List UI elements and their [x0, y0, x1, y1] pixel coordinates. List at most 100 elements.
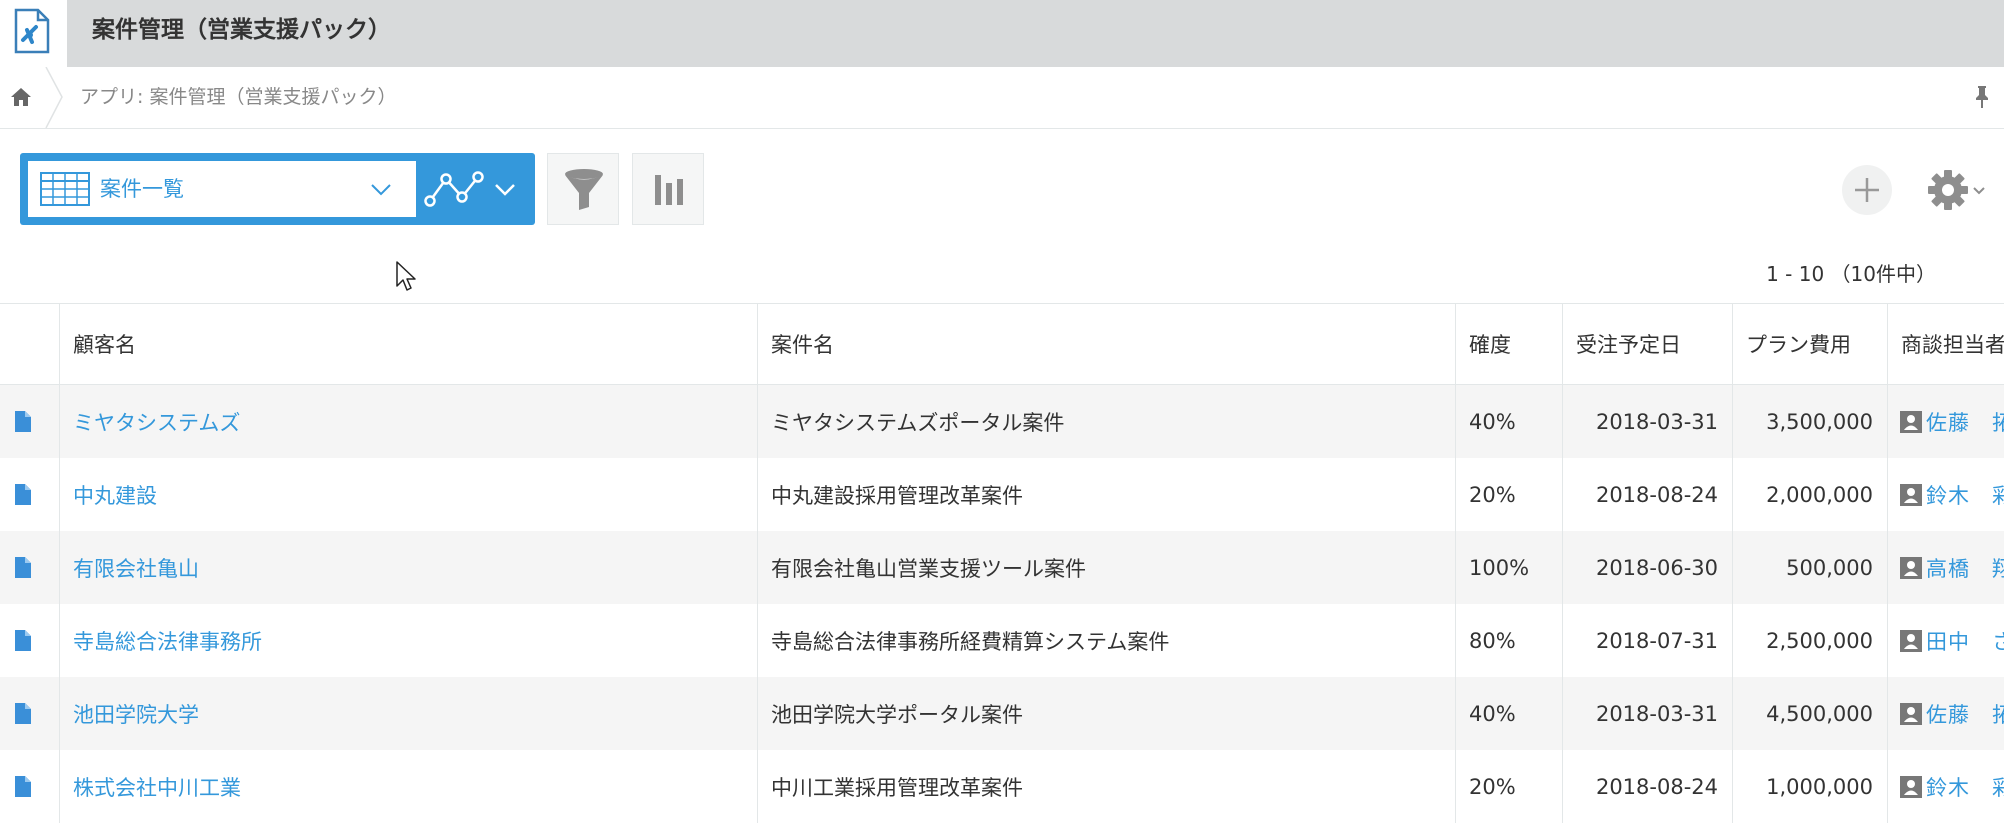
- pagination-info: 1 - 10 （10件中）: [1766, 262, 1936, 286]
- probability: 20%: [1456, 750, 1563, 823]
- settings-button[interactable]: [1926, 164, 1988, 216]
- project-name: 有限会社亀山営業支援ツール案件: [758, 531, 1456, 604]
- header-customer[interactable]: 顧客名: [60, 304, 758, 385]
- document-icon: [15, 630, 31, 651]
- table-header-row: 顧客名 案件名 確度 受注予定日 プラン費用 商談担当者: [0, 304, 2004, 385]
- expected-date: 2018-08-24: [1563, 458, 1733, 531]
- view-name: 案件一覧: [100, 175, 184, 203]
- customer-name[interactable]: 中丸建設: [60, 458, 758, 531]
- probability: 100%: [1456, 531, 1563, 604]
- expected-date: 2018-03-31: [1563, 677, 1733, 750]
- expected-date: 2018-08-24: [1563, 750, 1733, 823]
- expected-date: 2018-07-31: [1563, 604, 1733, 677]
- customer-name[interactable]: 有限会社亀山: [60, 531, 758, 604]
- header-owner[interactable]: 商談担当者: [1888, 304, 2004, 385]
- plus-icon: [1842, 165, 1892, 215]
- user-icon: [1900, 484, 1922, 506]
- user-icon: [1900, 776, 1922, 798]
- project-name: 寺島総合法律事務所経費精算システム案件: [758, 604, 1456, 677]
- chevron-down-icon[interactable]: [494, 179, 516, 199]
- record-detail-link[interactable]: [0, 677, 60, 750]
- owner[interactable]: 鈴木 彩: [1888, 750, 2004, 823]
- pin-icon[interactable]: [1974, 85, 1990, 109]
- app-document-icon[interactable]: [0, 0, 67, 67]
- document-icon: [15, 557, 31, 578]
- records-table: 顧客名 案件名 確度 受注予定日 プラン費用 商談担当者 ミヤタシステムズ ミヤ…: [0, 303, 2004, 823]
- project-name: 池田学院大学ポータル案件: [758, 677, 1456, 750]
- table-row[interactable]: 有限会社亀山 有限会社亀山営業支援ツール案件 100% 2018-06-30 5…: [0, 531, 2004, 604]
- owner-name[interactable]: 鈴木 彩: [1926, 776, 2004, 800]
- customer-name[interactable]: 株式会社中川工業: [60, 750, 758, 823]
- breadcrumb: アプリ: 案件管理（営業支援パック）: [0, 67, 2004, 129]
- chevron-down-icon: [370, 179, 392, 199]
- user-icon: [1900, 411, 1922, 433]
- document-icon: [15, 411, 31, 432]
- bar-chart-icon: [633, 154, 705, 226]
- project-name: 中丸建設採用管理改革案件: [758, 458, 1456, 531]
- view-select-dropdown[interactable]: 案件一覧: [28, 161, 416, 217]
- customer-name[interactable]: 寺島総合法律事務所: [60, 604, 758, 677]
- table-row[interactable]: 寺島総合法律事務所 寺島総合法律事務所経費精算システム案件 80% 2018-0…: [0, 604, 2004, 677]
- project-name: 中川工業採用管理改革案件: [758, 750, 1456, 823]
- record-detail-link[interactable]: [0, 750, 60, 823]
- plan-cost: 2,500,000: [1733, 604, 1888, 677]
- expected-date: 2018-06-30: [1563, 531, 1733, 604]
- table-view-icon: [40, 172, 90, 206]
- record-detail-link[interactable]: [0, 604, 60, 677]
- document-icon: [15, 703, 31, 724]
- view-toolbar: 案件一覧: [0, 128, 2004, 303]
- app-header: 案件管理（営業支援パック）: [0, 0, 2004, 67]
- user-icon: [1900, 630, 1922, 652]
- owner[interactable]: 佐藤 拓哉: [1888, 677, 2004, 750]
- probability: 40%: [1456, 385, 1563, 459]
- probability: 40%: [1456, 677, 1563, 750]
- header-project[interactable]: 案件名: [758, 304, 1456, 385]
- owner[interactable]: 田中 さくら: [1888, 604, 2004, 677]
- home-icon[interactable]: [10, 87, 32, 107]
- plan-cost: 1,000,000: [1733, 750, 1888, 823]
- user-icon: [1900, 557, 1922, 579]
- owner-name[interactable]: 鈴木 彩: [1926, 484, 2004, 508]
- mouse-cursor-icon: [396, 261, 418, 293]
- header-date[interactable]: 受注予定日: [1563, 304, 1733, 385]
- customer-name[interactable]: ミヤタシステムズ: [60, 385, 758, 459]
- record-detail-link[interactable]: [0, 458, 60, 531]
- funnel-icon: [548, 154, 620, 226]
- owner-name[interactable]: 田中 さくら: [1926, 630, 2004, 654]
- plan-cost: 2,000,000: [1733, 458, 1888, 531]
- plan-cost: 3,500,000: [1733, 385, 1888, 459]
- breadcrumb-app-link[interactable]: アプリ: 案件管理（営業支援パック）: [80, 83, 396, 111]
- customer-name[interactable]: 池田学院大学: [60, 677, 758, 750]
- owner-name[interactable]: 佐藤 拓哉: [1926, 411, 2004, 435]
- plan-cost: 500,000: [1733, 531, 1888, 604]
- table-row[interactable]: 株式会社中川工業 中川工業採用管理改革案件 20% 2018-08-24 1,0…: [0, 750, 2004, 823]
- record-detail-link[interactable]: [0, 531, 60, 604]
- owner[interactable]: 鈴木 彩: [1888, 458, 2004, 531]
- add-record-button[interactable]: [1842, 165, 1892, 215]
- table-row[interactable]: 中丸建設 中丸建設採用管理改革案件 20% 2018-08-24 2,000,0…: [0, 458, 2004, 531]
- owner[interactable]: 佐藤 拓哉: [1888, 385, 2004, 459]
- expected-date: 2018-03-31: [1563, 385, 1733, 459]
- chart-button[interactable]: [632, 153, 704, 225]
- filter-button[interactable]: [547, 153, 619, 225]
- header-cost[interactable]: プラン費用: [1733, 304, 1888, 385]
- header-probability[interactable]: 確度: [1456, 304, 1563, 385]
- probability: 80%: [1456, 604, 1563, 677]
- document-icon: [15, 484, 31, 505]
- user-icon: [1900, 703, 1922, 725]
- table-row[interactable]: 池田学院大学 池田学院大学ポータル案件 40% 2018-03-31 4,500…: [0, 677, 2004, 750]
- breadcrumb-separator-icon: [44, 67, 64, 128]
- probability: 20%: [1456, 458, 1563, 531]
- record-detail-link[interactable]: [0, 385, 60, 459]
- owner[interactable]: 高橋 翔太: [1888, 531, 2004, 604]
- project-name: ミヤタシステムズポータル案件: [758, 385, 1456, 459]
- view-selector: 案件一覧: [20, 153, 535, 225]
- owner-name[interactable]: 高橋 翔太: [1926, 557, 2004, 581]
- table-row[interactable]: ミヤタシステムズ ミヤタシステムズポータル案件 40% 2018-03-31 3…: [0, 385, 2004, 459]
- header-icon-col: [0, 304, 60, 385]
- owner-name[interactable]: 佐藤 拓哉: [1926, 703, 2004, 727]
- graph-icon[interactable]: [422, 167, 486, 211]
- gear-icon: [1926, 164, 1988, 216]
- app-title: 案件管理（営業支援パック）: [92, 15, 391, 45]
- plan-cost: 4,500,000: [1733, 677, 1888, 750]
